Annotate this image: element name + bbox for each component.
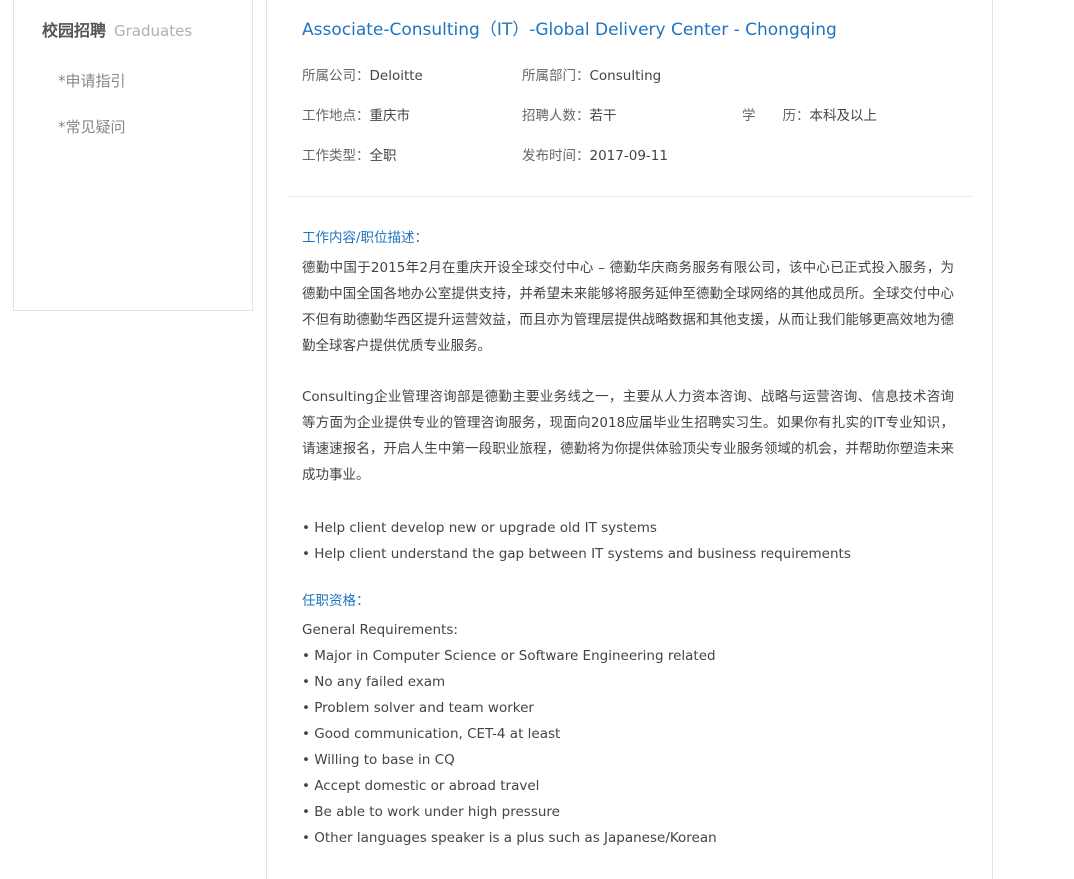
meta-department-value: Consulting: [589, 68, 662, 84]
meta-headcount: 招聘人数：若干: [522, 104, 617, 124]
meta-location-value: 重庆市: [369, 108, 411, 124]
meta-publish-date-label: 发布时间：: [522, 148, 590, 164]
meta-location-label: 工作地点：: [302, 108, 370, 124]
meta-type-value: 全职: [369, 148, 397, 164]
sidebar: 校园招聘 Graduates *申请指引 *常见疑问: [13, 0, 253, 311]
sidebar-title: 校园招聘: [42, 21, 107, 40]
list-item: • No any failed exam: [302, 674, 446, 690]
requirements-heading: 任职资格：: [302, 593, 370, 609]
job-detail-panel: Associate-Consulting（IT）-Global Delivery…: [266, 0, 993, 879]
meta-education: 学 历：本科及以上: [742, 104, 877, 124]
meta-type-label: 工作类型：: [302, 148, 370, 164]
description-paragraph-2: Consulting企业管理咨询部是德勤主要业务线之一，主要从人力资本咨询、战略…: [302, 389, 954, 483]
divider: [287, 196, 972, 197]
sidebar-link-application-guide[interactable]: *申请指引: [58, 70, 126, 91]
meta-department: 所属部门：Consulting: [522, 64, 661, 84]
meta-location: 工作地点：重庆市: [302, 104, 410, 124]
list-item: • Help client understand the gap between…: [302, 546, 851, 562]
sidebar-header: 校园招聘 Graduates: [42, 17, 192, 41]
sidebar-link-faq[interactable]: *常见疑问: [58, 116, 126, 137]
requirements-intro: General Requirements:: [302, 622, 458, 638]
list-item: • Accept domestic or abroad travel: [302, 778, 540, 794]
list-item: • Good communication, CET-4 at least: [302, 726, 561, 742]
meta-education-value: 本科及以上: [809, 108, 878, 124]
meta-type: 工作类型：全职: [302, 144, 397, 164]
list-item: • Problem solver and team worker: [302, 700, 534, 716]
meta-department-label: 所属部门：: [522, 68, 590, 84]
meta-headcount-value: 若干: [589, 108, 617, 124]
requirements-list: General Requirements: • Major in Compute…: [302, 617, 954, 851]
description-bullets: • Help client develop new or upgrade old…: [302, 515, 954, 567]
description-paragraph-1: 德勤中国于2015年2月在重庆开设全球交付中心 – 德勤华庆商务服务有限公司，该…: [302, 260, 954, 354]
meta-publish-date: 发布时间：2017-09-11: [522, 144, 668, 164]
meta-company-label: 所属公司：: [302, 68, 370, 84]
list-item: • Willing to base in CQ: [302, 752, 455, 768]
meta-company-value: Deloitte: [369, 68, 423, 84]
meta-education-label: 学 历：: [742, 108, 810, 124]
meta-headcount-label: 招聘人数：: [522, 108, 590, 124]
meta-publish-date-value: 2017-09-11: [589, 148, 668, 164]
list-item: • Help client develop new or upgrade old…: [302, 520, 657, 536]
list-item: • Be able to work under high pressure: [302, 804, 560, 820]
sidebar-subtitle: Graduates: [114, 22, 193, 40]
description-heading: 工作内容/职位描述：: [302, 230, 429, 246]
list-item: • Other languages speaker is a plus such…: [302, 830, 717, 846]
meta-company: 所属公司：Deloitte: [302, 64, 423, 84]
list-item: • Major in Computer Science or Software …: [302, 648, 716, 664]
job-title[interactable]: Associate-Consulting（IT）-Global Delivery…: [302, 15, 837, 40]
